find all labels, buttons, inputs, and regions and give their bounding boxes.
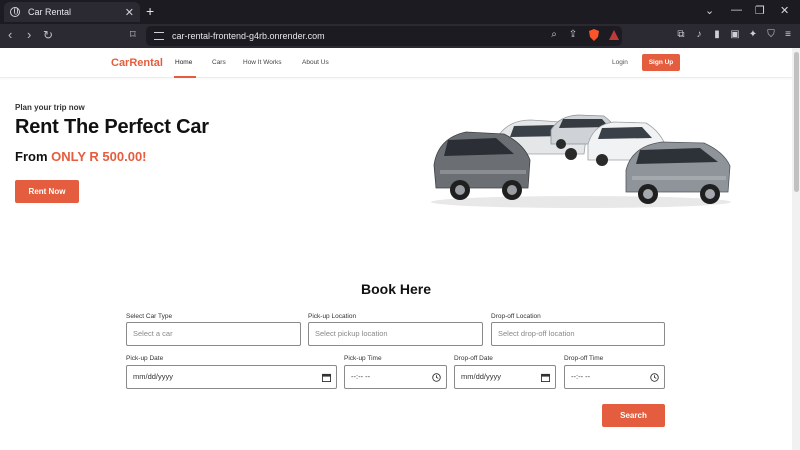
pickup-location-label: Pick-up Location — [308, 313, 357, 320]
wallet-icon[interactable]: ▣ — [729, 29, 741, 41]
nav-home[interactable]: Home — [175, 59, 192, 66]
pickup-time-input[interactable]: --:-- -- — [344, 365, 447, 389]
dropoff-date-input[interactable]: mm/dd/yyyy — [454, 365, 556, 389]
url-text: car-rental-frontend-g4rb.onrender.com — [172, 31, 325, 41]
booking-heading: Book Here — [360, 281, 432, 297]
share-icon[interactable]: ⇪ — [567, 29, 579, 41]
hero-from-text: From — [15, 149, 52, 164]
active-nav-underline — [174, 76, 196, 78]
close-window-icon[interactable]: ✕ — [780, 4, 789, 17]
cars-illustration — [431, 114, 731, 208]
tab-title: Car Rental — [28, 7, 72, 17]
pickup-date-input[interactable]: mm/dd/yyyy — [126, 365, 337, 389]
browser-tab[interactable]: Car Rental ✕ — [4, 2, 140, 22]
nav-how-it-works[interactable]: How It Works — [243, 59, 282, 66]
close-tab-icon[interactable]: ✕ — [125, 6, 134, 19]
pickup-date-value: mm/dd/yyyy — [133, 372, 174, 381]
pickup-location-select[interactable]: Select pickup location — [308, 322, 483, 346]
search-button[interactable]: Search — [602, 404, 665, 427]
car-grey-suv — [625, 141, 731, 204]
menu-icon[interactable]: ≡ — [782, 29, 794, 41]
pickup-time-value: --:-- -- — [351, 372, 371, 381]
vpn-icon[interactable]: ⛉ — [765, 29, 777, 41]
back-icon[interactable]: ‹ — [8, 28, 12, 42]
minimize-icon[interactable]: — — [731, 4, 742, 16]
car-type-select[interactable]: Select a car — [126, 322, 301, 346]
site-header: CarRental Home Cars How It Works About U… — [0, 48, 792, 78]
dropoff-time-label: Drop-off Time — [564, 355, 604, 362]
nav-cars[interactable]: Cars — [212, 59, 226, 66]
nav-about-us[interactable]: About Us — [302, 59, 329, 66]
reload-icon[interactable]: ↻ — [43, 28, 53, 42]
hero-price: ONLY R 500.00! — [51, 149, 147, 164]
forward-icon[interactable]: › — [27, 28, 31, 42]
web-page: CarRental Home Cars How It Works About U… — [0, 48, 792, 450]
media-icon[interactable]: ♪ — [693, 29, 705, 41]
maximize-icon[interactable]: ❐ — [755, 4, 765, 17]
leo-ai-icon[interactable]: ✦ — [747, 29, 759, 41]
clock-icon[interactable] — [432, 373, 441, 382]
pickup-date-label: Pick-up Date — [126, 355, 164, 362]
dropoff-date-label: Drop-off Date — [454, 355, 493, 362]
site-settings-icon[interactable] — [154, 32, 164, 40]
dropoff-location-label: Drop-off Location — [491, 313, 541, 320]
hero-title: Rent The Perfect Car — [15, 116, 209, 138]
brand-logo[interactable]: CarRental — [111, 57, 163, 69]
signup-button[interactable]: Sign Up — [642, 54, 680, 71]
dropoff-time-value: --:-- -- — [571, 372, 591, 381]
bookmark-icon[interactable]: ⌑ — [130, 28, 136, 42]
car-type-label: Select Car Type — [126, 313, 173, 320]
brave-rewards-icon[interactable] — [608, 29, 620, 41]
new-tab-icon[interactable]: + — [146, 3, 154, 19]
extensions-icon[interactable]: ⧉ — [675, 29, 687, 41]
dropoff-time-input[interactable]: --:-- -- — [564, 365, 665, 389]
car-grey-minivan — [433, 131, 531, 200]
login-link[interactable]: Login — [612, 59, 628, 66]
calendar-icon[interactable] — [322, 373, 331, 382]
pickup-time-label: Pick-up Time — [344, 355, 382, 362]
dropoff-location-select[interactable]: Select drop-off location — [491, 322, 665, 346]
calendar-icon[interactable] — [541, 373, 550, 382]
brave-shield-icon[interactable] — [588, 29, 600, 41]
browser-tab-bar: Car Rental ✕ + ⌄ — ❐ ✕ — [0, 0, 800, 24]
zoom-icon[interactable]: ⌕ — [548, 29, 560, 41]
rent-now-button[interactable]: Rent Now — [15, 180, 79, 203]
dropoff-date-value: mm/dd/yyyy — [461, 372, 502, 381]
chevron-down-icon[interactable]: ⌄ — [705, 4, 714, 17]
sidebar-icon[interactable]: ▮ — [711, 29, 723, 41]
hero-price-line: From ONLY R 500.00! — [15, 149, 147, 164]
globe-icon — [10, 7, 20, 17]
clock-icon[interactable] — [650, 373, 659, 382]
hero-eyebrow: Plan your trip now — [15, 103, 85, 112]
scrollbar-thumb[interactable] — [794, 52, 799, 192]
